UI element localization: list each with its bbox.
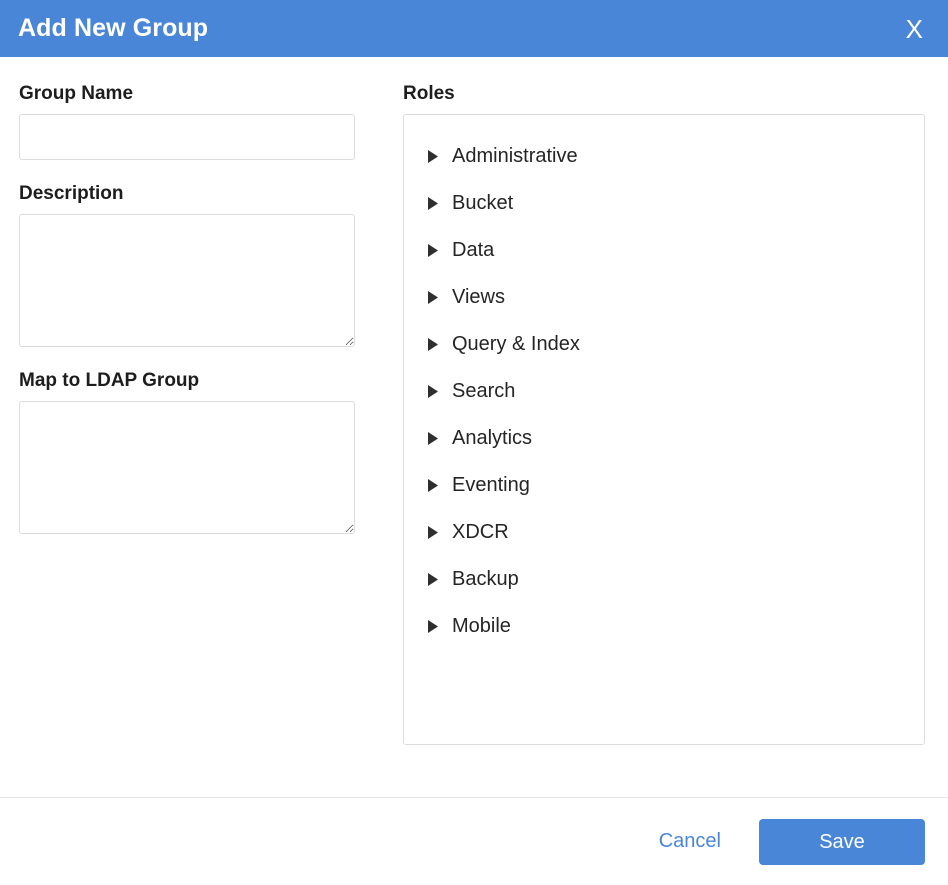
caret-right-icon[interactable] [428,479,444,492]
caret-right-icon[interactable] [428,385,444,398]
role-item-label: Data [452,240,494,260]
role-item-label: Query & Index [452,334,580,354]
dialog-footer: Cancel Save [0,797,948,885]
role-item-label: Administrative [452,146,578,166]
dialog-title: Add New Group [18,16,208,41]
caret-right-icon[interactable] [428,244,444,257]
caret-right-icon[interactable] [428,150,444,163]
group-name-input[interactable] [19,114,355,160]
caret-right-icon[interactable] [428,291,444,304]
caret-right-icon[interactable] [428,573,444,586]
form-column: Group Name Description Map to LDAP Group [0,83,403,797]
role-item[interactable]: Bucket [404,180,924,227]
ldap-group-label: Map to LDAP Group [19,370,403,392]
role-item-label: Eventing [452,475,530,495]
role-item-label: Search [452,381,515,401]
role-item[interactable]: Administrative [404,133,924,180]
roles-label: Roles [403,83,925,105]
save-button[interactable]: Save [759,819,925,865]
roles-panel[interactable]: Administrative Bucket Data Views Query & Ind… [403,114,925,745]
add-new-group-dialog: Add New Group X Group Name Description M… [0,0,948,885]
group-name-label: Group Name [19,83,403,105]
role-item[interactable]: Search [404,368,924,415]
cancel-button[interactable]: Cancel [657,826,723,857]
role-item[interactable]: XDCR [404,509,924,556]
caret-right-icon[interactable] [428,338,444,351]
group-name-field-group: Group Name [19,83,403,160]
description-textarea[interactable] [19,214,355,347]
ldap-group-field-group: Map to LDAP Group [19,370,403,534]
dialog-header: Add New Group X [0,0,948,57]
role-item-label: Bucket [452,193,513,213]
description-field-group: Description [19,183,403,347]
role-item[interactable]: Backup [404,556,924,603]
caret-right-icon[interactable] [428,197,444,210]
role-item-label: Analytics [452,428,532,448]
role-item[interactable]: Views [404,274,924,321]
role-item-label: Mobile [452,616,511,636]
dialog-body: Group Name Description Map to LDAP Group… [0,57,948,797]
roles-column: Roles Administrative Bucket Data Views Query… [403,83,948,797]
role-item[interactable]: Mobile [404,603,924,650]
description-label: Description [19,183,403,205]
roles-list: Administrative Bucket Data Views Query & Ind… [404,133,924,650]
close-icon[interactable]: X [900,14,929,44]
role-item[interactable]: Analytics [404,415,924,462]
caret-right-icon[interactable] [428,432,444,445]
role-item[interactable]: Data [404,227,924,274]
role-item[interactable]: Eventing [404,462,924,509]
role-item-label: Views [452,287,505,307]
caret-right-icon[interactable] [428,526,444,539]
role-item-label: XDCR [452,522,509,542]
ldap-group-textarea[interactable] [19,401,355,534]
caret-right-icon[interactable] [428,620,444,633]
role-item-label: Backup [452,569,519,589]
role-item[interactable]: Query & Index [404,321,924,368]
